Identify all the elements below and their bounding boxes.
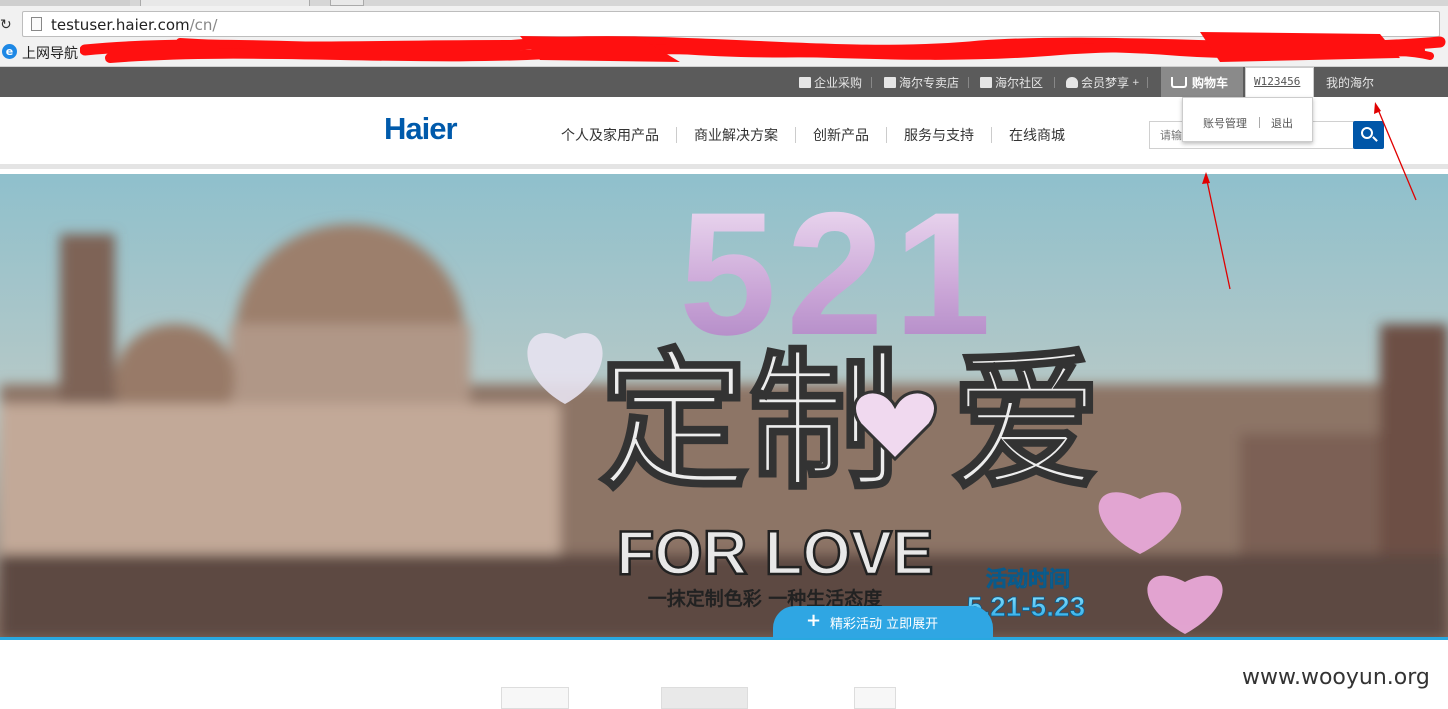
- browser-window: ↻ testuser.haier.com/cn/ e 上网导航 企业采购 海尔专…: [0, 0, 1448, 709]
- nav-divider: [676, 127, 677, 143]
- product-thumbnail[interactable]: [501, 687, 569, 709]
- promo-banner[interactable]: 521 定制 爱 FOR LOVE 一抹定制色彩 一种生活态度 活动时间 5.2…: [0, 174, 1448, 639]
- topbar-label: 海尔专卖店: [899, 76, 960, 90]
- ie-logo-icon: e: [2, 44, 17, 59]
- topbar-label: 海尔社区: [995, 76, 1044, 90]
- topbar-sup: +: [1132, 77, 1140, 88]
- nav-item-innovation[interactable]: 创新产品: [813, 125, 869, 145]
- topbar-link-enterprise-purchase[interactable]: 企业采购: [799, 74, 862, 91]
- chat-bubbles-icon: [980, 77, 992, 88]
- divider: [871, 77, 872, 88]
- cart-button[interactable]: 购物车: [1161, 67, 1243, 97]
- divider: [1054, 77, 1055, 88]
- topbar-label: 企业采购: [814, 76, 863, 90]
- banner-bottom-line: [0, 637, 1448, 640]
- topbar-label: 会员梦享: [1081, 76, 1130, 90]
- my-haier-link[interactable]: 我的海尔: [1326, 74, 1374, 91]
- nav-item-service-support[interactable]: 服务与支持: [904, 125, 974, 145]
- product-thumbnail[interactable]: [854, 687, 896, 709]
- activity-time-label: 活动时间: [986, 567, 1070, 591]
- plus-icon: +: [806, 610, 822, 631]
- nav-divider: [886, 127, 887, 143]
- expand-label: 精彩活动 立即展开: [830, 617, 939, 632]
- topbar-link-membership[interactable]: 会员梦享 +: [1066, 74, 1140, 91]
- username-tab[interactable]: W123456: [1245, 67, 1314, 97]
- expand-activities-button[interactable]: + 精彩活动 立即展开: [773, 606, 993, 638]
- username-link[interactable]: W123456: [1254, 75, 1300, 88]
- banner-subtitle: FOR LOVE: [617, 519, 934, 588]
- redaction-scribble: [80, 32, 1446, 63]
- nav-divider: [991, 127, 992, 143]
- product-thumbnail[interactable]: [661, 687, 748, 709]
- store-icon: [884, 77, 896, 88]
- search-button[interactable]: [1353, 121, 1384, 149]
- search-icon-handle: [1372, 136, 1378, 142]
- cart-label: 购物车: [1192, 75, 1229, 90]
- nav-item-online-mall[interactable]: 在线商城: [1009, 125, 1065, 145]
- banner-artwork: 521 定制 爱 FOR LOVE 一抹定制色彩 一种生活态度 活动时间 5.2…: [0, 174, 1448, 639]
- watermark: www.wooyun.org: [1242, 665, 1430, 690]
- topbar-link-community[interactable]: 海尔社区: [980, 74, 1043, 91]
- nav-divider: [795, 127, 796, 143]
- shopping-bag-icon: [799, 77, 811, 88]
- haier-logo[interactable]: Haier: [384, 111, 458, 147]
- page-icon: [31, 17, 42, 31]
- account-manage-link[interactable]: 账号管理: [1203, 115, 1247, 131]
- nav-item-business-solutions[interactable]: 商业解决方案: [694, 125, 778, 145]
- topbar-link-store[interactable]: 海尔专卖店: [884, 74, 959, 91]
- banner-headline: 定制 爱: [599, 336, 1101, 510]
- logout-link[interactable]: 退出: [1271, 115, 1293, 131]
- bookmark-nav-link[interactable]: 上网导航: [22, 43, 78, 63]
- reload-icon[interactable]: ↻: [0, 17, 12, 33]
- divider: [1147, 77, 1148, 88]
- divider: [968, 77, 969, 88]
- account-dropdown: 账号管理 退出: [1182, 97, 1313, 142]
- user-icon: [1066, 77, 1078, 88]
- divider: [1259, 117, 1260, 128]
- nav-item-personal-products[interactable]: 个人及家用产品: [561, 125, 659, 145]
- cart-icon: [1171, 76, 1187, 88]
